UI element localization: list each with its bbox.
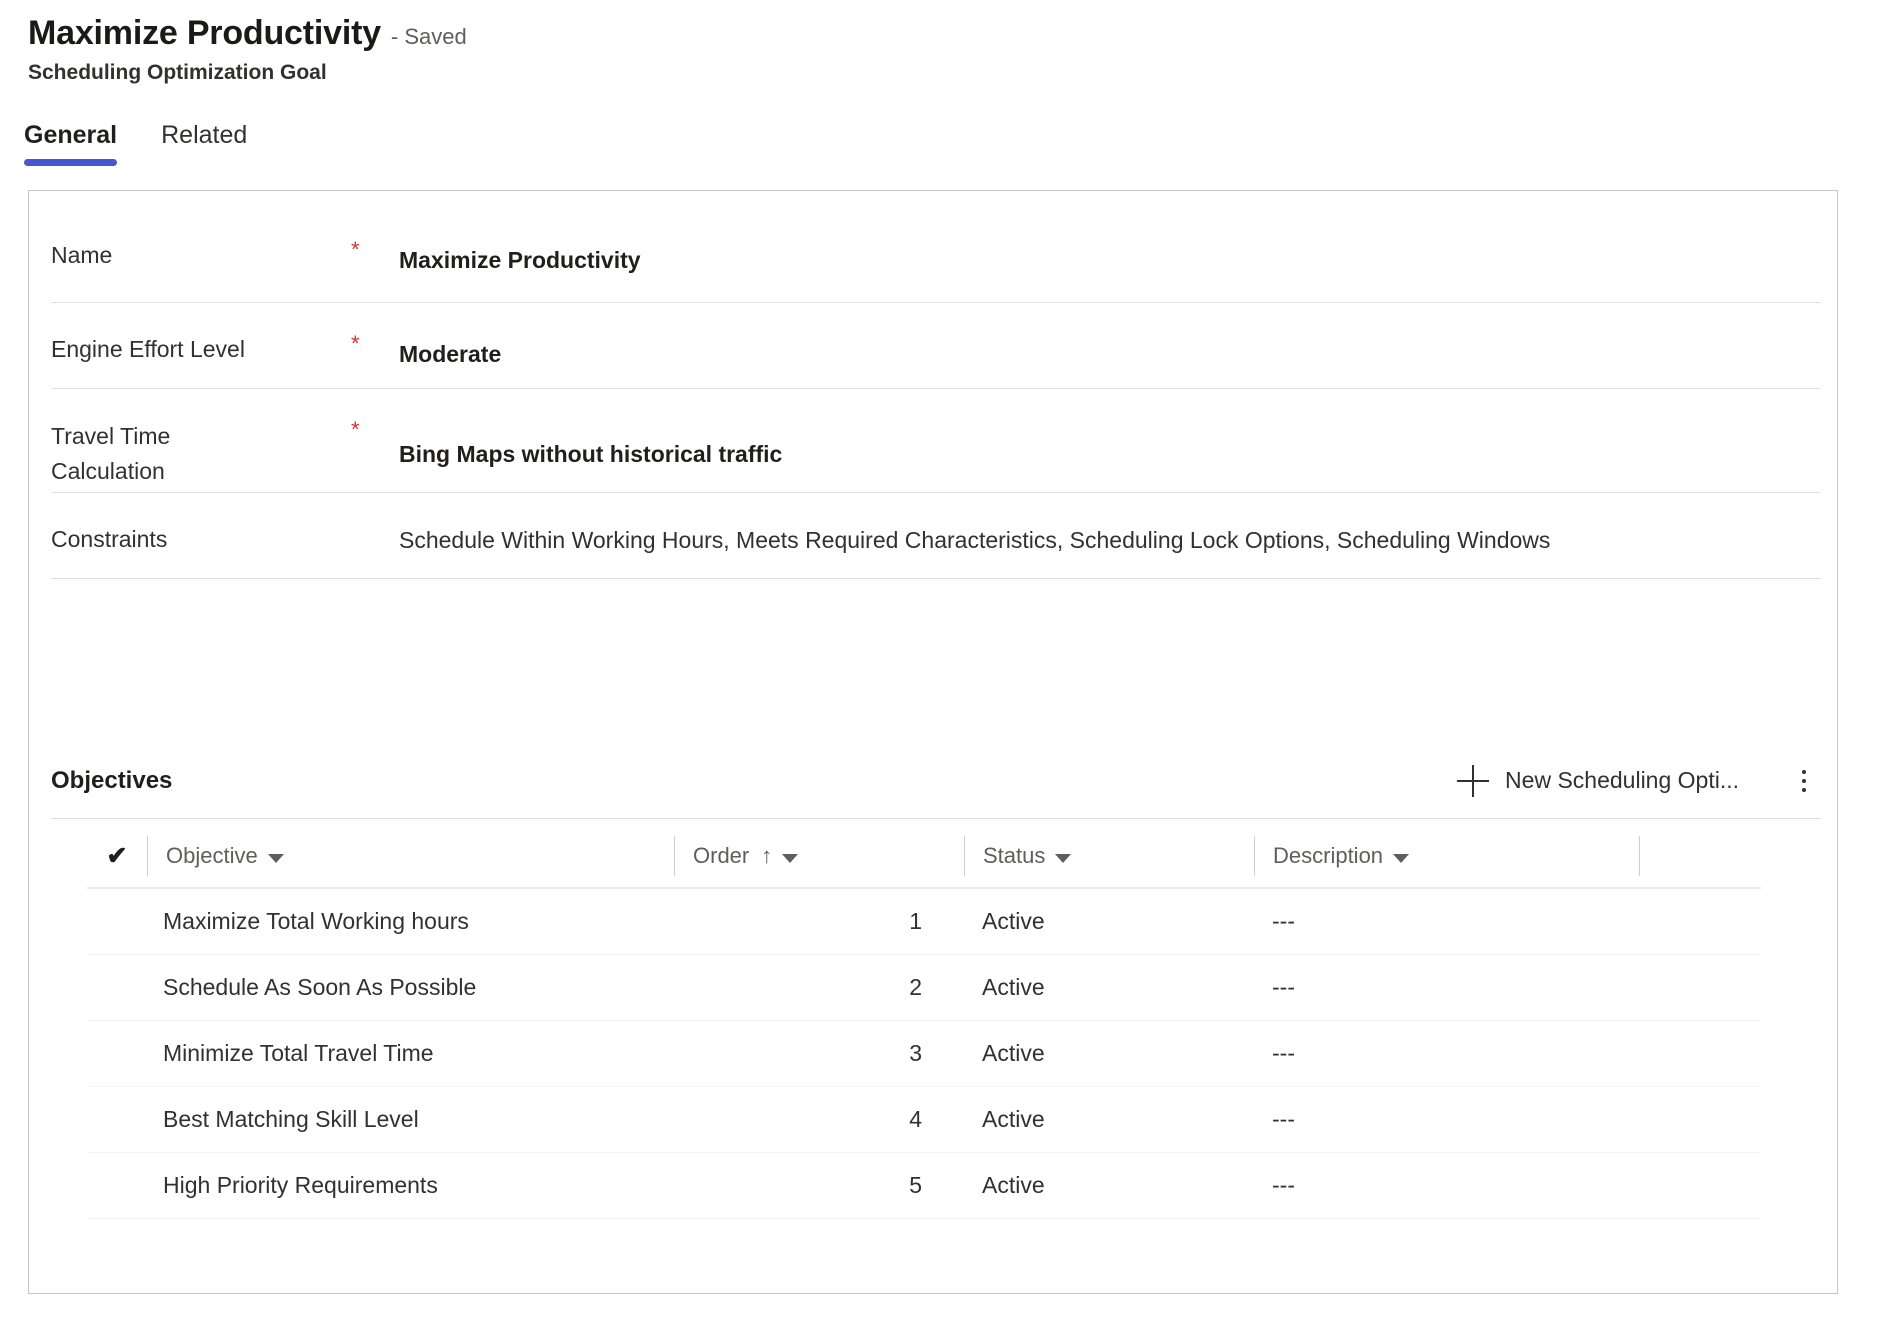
save-status-label: - Saved [390,24,467,49]
column-header-status-label: Status [983,843,1046,868]
chevron-down-icon [1055,853,1072,863]
cell-description: --- [1272,908,1295,934]
objectives-title: Objectives [51,766,173,794]
cell-status: Active [982,908,1045,934]
field-row-travel-time-calculation: Travel Time Calculation * Bing Maps with… [51,389,1821,493]
page-title: Maximize Productivity [28,14,381,52]
cell-order: 2 [909,974,922,1000]
field-label-travel-time-line1: Travel Time [51,423,171,449]
column-header-endcap [1639,836,1661,876]
record-form-page: Maximize Productivity - Saved Scheduling… [0,0,1894,1340]
cell-description: --- [1272,974,1295,1000]
cell-status: Active [982,1040,1045,1066]
cell-order: 1 [909,908,922,934]
field-value-constraints[interactable]: Schedule Within Working Hours, Meets Req… [399,493,1821,556]
form-card: Name * Maximize Productivity Engine Effo… [28,190,1838,1294]
field-label-travel-time-calculation: Travel Time Calculation [51,389,351,488]
tab-related-label: Related [161,121,248,149]
table-row[interactable]: Schedule As Soon As Possible 2 Active --… [87,955,1761,1021]
field-label-engine-effort-level: Engine Effort Level [51,336,245,362]
column-header-description-label: Description [1273,843,1384,868]
select-all-checkbox[interactable]: ✔ [87,841,147,870]
tab-general[interactable]: General [24,116,139,166]
objectives-command-bar: New Scheduling Opti... [1449,759,1821,803]
column-header-objective[interactable]: Objective [147,836,674,876]
field-value-engine-effort-level[interactable]: Moderate [399,303,1821,370]
cell-objective: Minimize Total Travel Time [163,1040,434,1066]
more-vertical-icon[interactable] [1787,764,1821,798]
page-header: Maximize Productivity - Saved Scheduling… [28,14,1228,85]
cell-objective: Best Matching Skill Level [163,1106,419,1132]
cell-status: Active [982,1106,1045,1132]
field-row-engine-effort-level: Engine Effort Level * Moderate [51,303,1821,389]
field-value-name[interactable]: Maximize Productivity [399,209,1821,276]
column-header-status[interactable]: Status [964,836,1254,876]
field-value-travel-time-calculation[interactable]: Bing Maps without historical traffic [399,389,1821,470]
column-header-order-label: Order [693,843,750,868]
field-label-name: Name [51,242,113,268]
more-dot-2 [1802,778,1806,783]
cell-description: --- [1272,1106,1295,1132]
new-scheduling-optimization-objective-button[interactable]: New Scheduling Opti... [1449,759,1747,803]
plus-icon [1457,764,1490,797]
cell-order: 5 [909,1172,922,1198]
entity-name-label: Scheduling Optimization Goal [28,61,327,85]
required-asterisk-name: * [351,237,360,262]
field-row-name: Name * Maximize Productivity [51,209,1821,303]
cell-status: Active [982,1172,1045,1198]
field-row-constraints: Constraints * Schedule Within Working Ho… [51,493,1821,579]
objectives-grid: ✔ Objective Order ↑ Status Description M… [87,825,1761,1219]
table-row[interactable]: High Priority Requirements 5 Active --- [87,1153,1761,1219]
tab-related[interactable]: Related [139,116,269,166]
cell-order: 3 [909,1040,922,1066]
required-asterisk-travel-time-calculation: * [351,417,360,442]
checkmark-icon: ✔ [106,841,128,870]
form-tablist: General Related [24,116,269,166]
table-row[interactable]: Minimize Total Travel Time 3 Active --- [87,1021,1761,1087]
cell-status: Active [982,974,1045,1000]
objectives-subgrid-header: Objectives New Scheduling Opti... [51,743,1821,819]
chevron-down-icon [1393,853,1410,863]
field-label-travel-time-line2: Calculation [51,457,165,484]
field-section: Name * Maximize Productivity Engine Effo… [51,209,1821,579]
table-row[interactable]: Best Matching Skill Level 4 Active --- [87,1087,1761,1153]
cell-objective: Schedule As Soon As Possible [163,974,477,1000]
more-dot-3 [1802,787,1806,792]
required-asterisk-constraints-placeholder: * [351,493,399,545]
required-asterisk-engine-effort-level: * [351,331,360,356]
grid-header-row: ✔ Objective Order ↑ Status Description [87,825,1761,889]
cell-objective: Maximize Total Working hours [163,908,469,934]
cell-description: --- [1272,1172,1295,1198]
column-header-description[interactable]: Description [1254,836,1639,876]
column-header-objective-label: Objective [166,843,258,868]
chevron-down-icon [782,853,799,863]
sort-ascending-icon: ↑ [761,843,773,868]
cell-description: --- [1272,1040,1295,1066]
chevron-down-icon [267,853,284,863]
new-button-label: New Scheduling Opti... [1505,767,1739,793]
cell-objective: High Priority Requirements [163,1172,438,1198]
tab-general-label: General [24,121,118,149]
cell-order: 4 [909,1106,922,1132]
field-label-constraints: Constraints [51,526,168,552]
title-line: Maximize Productivity - Saved [28,14,1228,53]
table-row[interactable]: Maximize Total Working hours 1 Active --… [87,889,1761,955]
column-header-order[interactable]: Order ↑ [674,836,964,876]
more-dot-1 [1802,769,1806,774]
